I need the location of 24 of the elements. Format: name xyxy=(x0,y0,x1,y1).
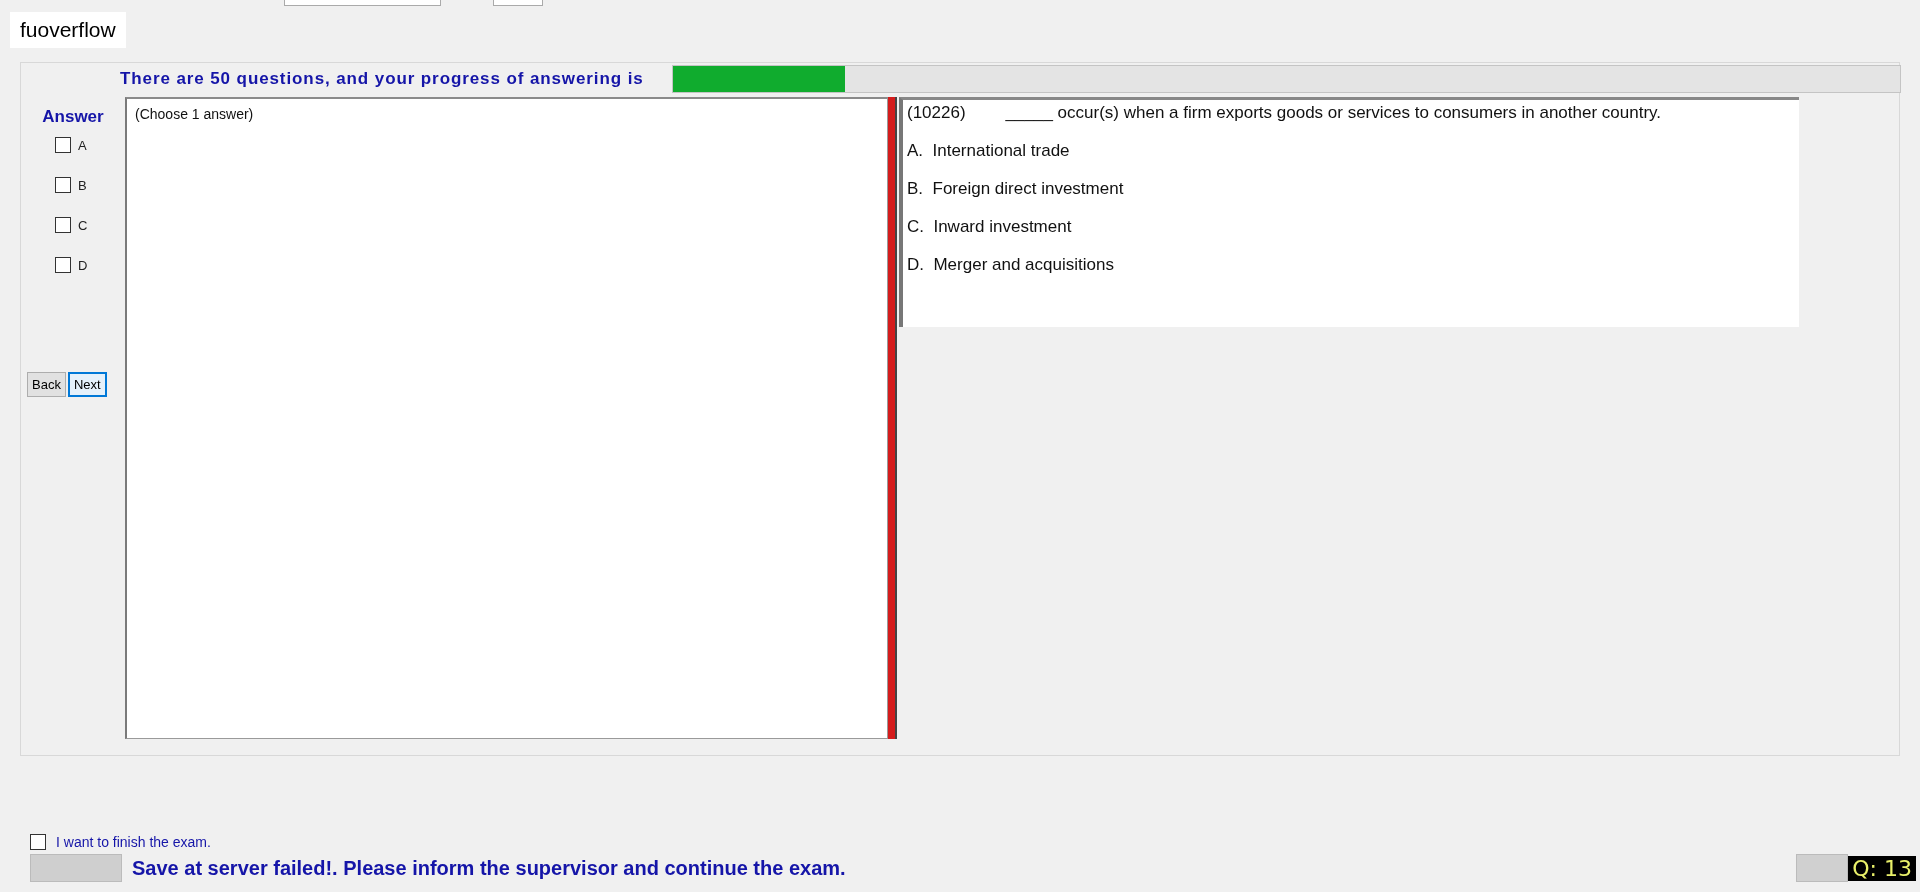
option-label[interactable]: A xyxy=(78,137,87,153)
checkbox[interactable] xyxy=(55,257,71,273)
user-label: fuoverflow xyxy=(10,12,126,48)
choice-text: B. Foreign direct investment xyxy=(907,179,1125,199)
choice-text: D. Merger and acquisitions xyxy=(907,255,1115,275)
checkbox[interactable] xyxy=(55,137,71,153)
option-label[interactable]: C xyxy=(78,217,88,233)
question-number: (10226) xyxy=(907,103,966,123)
question-text: _____ occur(s) when a firm exports goods or services to consumers in another country. xyxy=(1005,103,1662,123)
option-label[interactable]: D xyxy=(78,257,88,273)
option-label[interactable]: B xyxy=(78,177,87,193)
nav-button[interactable]: Back xyxy=(27,372,66,397)
question-counter: Q: 13 xyxy=(1848,855,1916,881)
checkbox[interactable] xyxy=(55,217,71,233)
answer-hint: (Choose 1 answer) xyxy=(135,106,254,122)
choice-text: C. Inward investment xyxy=(907,217,1073,237)
checkbox[interactable] xyxy=(30,834,46,850)
progress-text: There are 50 questions, and your progress of answering is xyxy=(120,69,645,89)
finish-label[interactable]: I want to finish the exam. xyxy=(56,834,211,850)
status-message: Save at server failed!. Please inform the supervisor and continue the exam. xyxy=(132,856,846,880)
answer-title: Answer xyxy=(42,107,104,127)
checkbox[interactable] xyxy=(55,177,71,193)
choice-text: A. International trade xyxy=(907,141,1071,161)
nav-button[interactable]: Next xyxy=(67,372,107,397)
